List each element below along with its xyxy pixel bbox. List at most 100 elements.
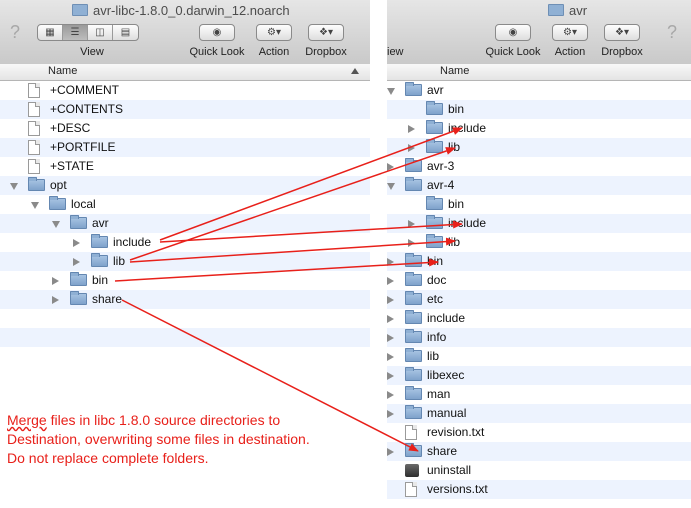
item-name: avr (92, 216, 109, 230)
list-item[interactable]: avr (387, 81, 691, 100)
name-column-header[interactable]: Name (48, 65, 77, 77)
list-item[interactable]: include (387, 309, 691, 328)
disclosure-closed-icon[interactable] (52, 277, 59, 285)
disclosure-open-icon[interactable] (387, 88, 395, 95)
list-view-button[interactable]: ☰ (63, 25, 88, 40)
list-item[interactable]: share (0, 290, 370, 309)
item-name: bin (448, 197, 465, 211)
folder-icon (405, 272, 422, 286)
disclosure-closed-icon[interactable] (387, 391, 394, 399)
disclosure-closed-icon[interactable] (387, 372, 394, 380)
item-name: include (448, 216, 487, 230)
dropbox-button[interactable]: ❖▾ (604, 24, 640, 41)
folder-icon (405, 386, 422, 400)
action-button[interactable]: ⚙▾ (256, 24, 292, 41)
list-item[interactable]: avr-4 (387, 176, 691, 195)
disclosure-closed-icon[interactable] (387, 353, 394, 361)
disclosure-closed-icon[interactable] (387, 277, 394, 285)
disclosure-closed-icon[interactable] (387, 258, 394, 266)
view-segmented-control[interactable]: ▦ ☰ ◫ ▤ (37, 24, 139, 41)
list-item[interactable]: include (387, 119, 691, 138)
list-item[interactable]: libexec (387, 366, 691, 385)
right-window-title: avr (548, 3, 587, 18)
list-item[interactable]: lib (387, 233, 691, 252)
annotation-line-1: Merge files in libc 1.8.0 source directo… (7, 411, 387, 430)
quick-look-button[interactable]: ◉ (495, 24, 531, 41)
disclosure-open-icon[interactable] (31, 202, 39, 209)
list-item[interactable]: +COMMENT (0, 81, 370, 100)
action-button[interactable]: ⚙▾ (552, 24, 588, 41)
list-item[interactable]: bin (387, 100, 691, 119)
document-icon (28, 102, 40, 117)
list-item[interactable]: manual (387, 404, 691, 423)
list-item[interactable]: +DESC (0, 119, 370, 138)
list-item[interactable]: local (0, 195, 370, 214)
folder-icon (91, 253, 108, 267)
disclosure-closed-icon[interactable] (52, 296, 59, 304)
disclosure-closed-icon[interactable] (73, 239, 80, 247)
list-item[interactable]: bin (0, 271, 370, 290)
instruction-annotation: Merge files in libc 1.8.0 source directo… (7, 411, 387, 468)
disclosure-open-icon[interactable] (387, 183, 395, 190)
right-column-header[interactable]: Name (387, 64, 691, 81)
list-item[interactable]: avr-3 (387, 157, 691, 176)
disclosure-open-icon[interactable] (10, 183, 18, 190)
disclosure-closed-icon[interactable] (408, 220, 415, 228)
disclosure-closed-icon[interactable] (408, 125, 415, 133)
list-item[interactable]: lib (387, 347, 691, 366)
folder-icon (426, 196, 443, 210)
list-item[interactable]: man (387, 385, 691, 404)
folder-icon (70, 215, 87, 229)
list-item[interactable]: opt (0, 176, 370, 195)
disclosure-closed-icon[interactable] (387, 334, 394, 342)
item-name: share (427, 444, 458, 458)
left-column-header[interactable]: Name (0, 64, 370, 81)
item-name: opt (50, 178, 67, 192)
view-label: View (80, 46, 104, 58)
disclosure-closed-icon[interactable] (408, 239, 415, 247)
item-name: avr-3 (427, 159, 455, 173)
disclosure-closed-icon[interactable] (73, 258, 80, 266)
disclosure-closed-icon[interactable] (387, 448, 394, 456)
list-item[interactable]: lib (387, 138, 691, 157)
disclosure-closed-icon[interactable] (408, 144, 415, 152)
list-item[interactable]: etc (387, 290, 691, 309)
list-item[interactable]: info (387, 328, 691, 347)
dropbox-icon: ❖▾ (615, 27, 629, 38)
disclosure-closed-icon[interactable] (387, 315, 394, 323)
list-item[interactable]: lib (0, 252, 370, 271)
list-item[interactable]: +PORTFILE (0, 138, 370, 157)
list-item[interactable]: doc (387, 271, 691, 290)
item-name: +PORTFILE (50, 140, 116, 154)
icon-view-button[interactable]: ▦ (38, 25, 63, 40)
list-item[interactable]: include (387, 214, 691, 233)
disclosure-closed-icon[interactable] (387, 410, 394, 418)
disclosure-closed-icon[interactable] (387, 296, 394, 304)
cover-flow-button[interactable]: ▤ (113, 25, 138, 40)
list-item[interactable]: uninstall (387, 461, 691, 480)
dropbox-button[interactable]: ❖▾ (308, 24, 344, 41)
list-item[interactable]: +CONTENTS (0, 100, 370, 119)
quick-look-button[interactable]: ◉ (199, 24, 235, 41)
list-item[interactable]: share (387, 442, 691, 461)
list-item[interactable]: include (0, 233, 370, 252)
help-icon[interactable]: ? (667, 22, 677, 43)
list-item[interactable]: revision.txt (387, 423, 691, 442)
column-view-button[interactable]: ◫ (88, 25, 113, 40)
view-label-truncated: iew (387, 46, 404, 58)
list-item[interactable]: avr (0, 214, 370, 233)
list-item[interactable]: +STATE (0, 157, 370, 176)
disclosure-closed-icon[interactable] (387, 163, 394, 171)
list-item[interactable]: bin (387, 195, 691, 214)
item-name: lib (448, 140, 461, 154)
item-name: include (448, 121, 487, 135)
item-name: +STATE (50, 159, 94, 173)
name-column-header[interactable]: Name (440, 65, 469, 77)
list-item[interactable]: versions.txt (387, 480, 691, 499)
gear-icon: ⚙▾ (267, 27, 281, 38)
list-item[interactable]: bin (387, 252, 691, 271)
help-icon[interactable]: ? (10, 22, 20, 43)
disclosure-open-icon[interactable] (52, 221, 60, 228)
item-name: libexec (427, 368, 465, 382)
left-window-title-text: avr-libc-1.8.0_0.darwin_12.noarch (93, 3, 290, 18)
